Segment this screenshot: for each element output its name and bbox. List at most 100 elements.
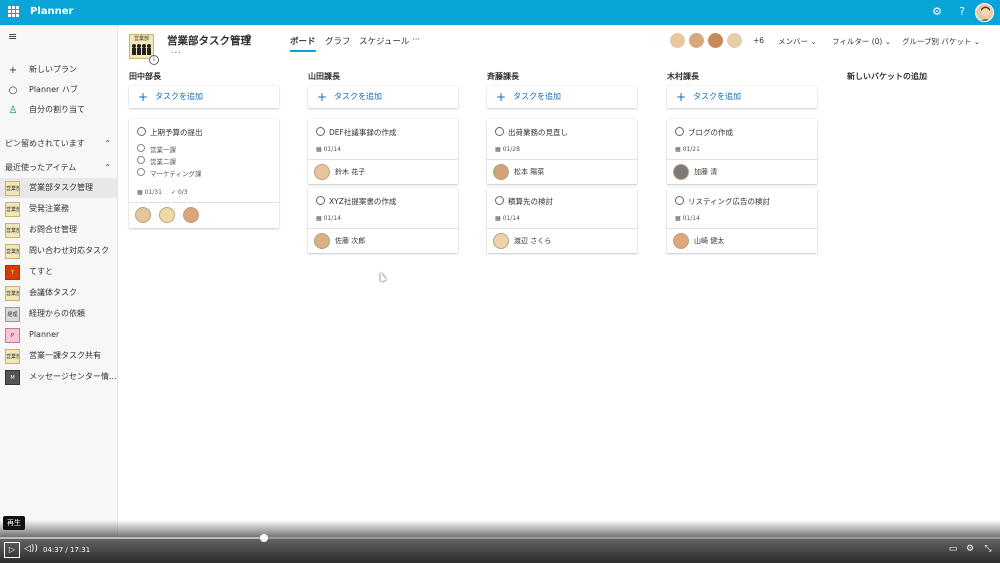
settings-icon[interactable]: ⚙ (930, 5, 944, 19)
fullscreen-icon[interactable]: ⤡ (982, 544, 994, 554)
assignee-avatar[interactable] (159, 207, 175, 223)
assignee-avatar[interactable] (493, 164, 509, 180)
tab-more[interactable]: ··· (412, 35, 420, 45)
member-avatar[interactable] (726, 32, 743, 49)
due-date-value: 01/28 (502, 146, 520, 153)
person-icon: ♙ (8, 105, 18, 116)
add-task-button[interactable]: + タスクを追加 (487, 86, 637, 108)
plan-thumbnail-label: 営業部 (133, 36, 149, 42)
card-divider (667, 228, 817, 229)
sidebar-item-plan[interactable]: T てすと (0, 262, 117, 282)
add-task-button[interactable]: + タスクを追加 (667, 86, 817, 108)
assignee-avatar[interactable] (183, 207, 199, 223)
bucket-title[interactable]: 山田課長 (308, 71, 340, 82)
sidebar-item-plan[interactable]: P Planner (0, 325, 117, 345)
complete-task-checkbox[interactable] (137, 127, 146, 136)
due-date: ▦ 01/14 (495, 215, 520, 222)
tab-board[interactable]: ボード (290, 35, 316, 52)
task-card[interactable]: 出荷業務の見直し ▦ 01/28 松本 陽菜 (487, 119, 637, 184)
app-launcher-icon[interactable] (8, 6, 19, 17)
user-avatar[interactable] (975, 3, 994, 22)
complete-task-checkbox[interactable] (495, 127, 504, 136)
tab-charts[interactable]: グラフ (325, 35, 351, 47)
members-dropdown[interactable]: メンバー ⌄ (778, 36, 817, 47)
sidebar-item-new-plan[interactable]: + 新しいプラン (0, 60, 117, 80)
group-by-dropdown[interactable]: グループ別 バケット ⌄ (902, 36, 980, 47)
task-card[interactable]: DEF社議事録の作成 ▦ 01/14 鈴木 花子 (308, 119, 458, 184)
recent-section-header[interactable]: 最近使ったアイテム ⌃ (5, 160, 115, 176)
checklist-value: 0/3 (177, 189, 188, 196)
bucket-title[interactable]: 木村課長 (667, 71, 699, 82)
subtask-checkbox[interactable] (137, 168, 145, 176)
due-date-value: 01/14 (682, 215, 700, 222)
task-card[interactable]: リスティング広告の検討 ▦ 01/14 山崎 健太 (667, 188, 817, 253)
bucket-title[interactable]: 斉藤課長 (487, 71, 519, 82)
filter-dropdown[interactable]: フィルター (0) ⌄ (832, 36, 891, 47)
seek-bar-progress (0, 537, 264, 539)
calendar-icon: ▦ (495, 215, 501, 222)
sidebar-item-plan[interactable]: 営業部 営業一課タスク共有 (0, 346, 117, 366)
assignee-avatar[interactable] (135, 207, 151, 223)
sidebar-item-plan[interactable]: 営業部 お問合せ管理 (0, 220, 117, 240)
member-avatar[interactable] (707, 32, 724, 49)
help-icon[interactable]: ? (955, 5, 969, 19)
add-new-bucket-button[interactable]: 新しいバケットの追加 (847, 71, 927, 82)
play-button[interactable]: ▷ (4, 542, 20, 558)
member-avatar[interactable] (669, 32, 686, 49)
captions-icon[interactable]: ▭ (947, 544, 959, 554)
add-task-label: タスクを追加 (334, 92, 382, 101)
assignee-avatar[interactable] (314, 164, 330, 180)
task-card[interactable]: 上期予算の提出 営業一課 営業二課 マーケティング課 ▦ 01/31 ✓ 0/3 (129, 119, 279, 228)
add-task-button[interactable]: + タスクを追加 (308, 86, 458, 108)
tab-schedule[interactable]: スケジュール (359, 35, 409, 47)
menu-icon[interactable]: ≡ (8, 30, 17, 43)
circle-icon: ○ (8, 85, 18, 96)
app-title[interactable]: Planner (30, 6, 73, 17)
assignee-name: 鈴木 花子 (335, 168, 366, 176)
assignee-avatar[interactable] (493, 233, 509, 249)
sidebar-item-plan[interactable]: M メッセージセンター情... (0, 367, 117, 387)
checklist-count: ✓ 0/3 (171, 189, 188, 196)
sidebar-item-label: 営業一課タスク共有 (29, 351, 101, 360)
sidebar-item-plan[interactable]: 営業部 営業部タスク管理 (0, 178, 117, 198)
pinned-section-header[interactable]: ピン留めされています ⌃ (5, 136, 115, 152)
complete-task-checkbox[interactable] (495, 196, 504, 205)
sidebar-item-plan[interactable]: 営業部 受発注業務 (0, 199, 117, 219)
subtask-checkbox[interactable] (137, 144, 145, 152)
people-illustration-icon (132, 44, 151, 55)
seek-handle[interactable] (260, 534, 268, 542)
assignee-avatar[interactable] (673, 233, 689, 249)
pin-icon[interactable]: ⚲ (245, 34, 252, 44)
sidebar-item-planner-hub[interactable]: ○ Planner ハブ (0, 80, 117, 100)
task-card[interactable]: XYZ社提案書の作成 ▦ 01/14 佐藤 次郎 (308, 188, 458, 253)
sidebar-item-label: 受発注業務 (29, 204, 69, 213)
assignee-avatar[interactable] (673, 164, 689, 180)
add-task-label: タスクを追加 (155, 92, 203, 101)
info-icon[interactable]: i (149, 55, 159, 65)
settings-icon[interactable]: ⚙ (964, 544, 976, 554)
task-card[interactable]: ブログの作成 ▦ 01/21 加藤 清 (667, 119, 817, 184)
sidebar-item-label: 会議体タスク (29, 288, 77, 297)
sidebar-item-plan[interactable]: 営業部 問い合わせ対応タスク (0, 241, 117, 261)
task-card[interactable]: 積算先の検討 ▦ 01/14 渡辺 さくら (487, 188, 637, 253)
sidebar-item-plan[interactable]: 経理 経理からの依頼 (0, 304, 117, 324)
seek-bar[interactable] (0, 537, 1000, 539)
add-task-button[interactable]: + タスクを追加 (129, 86, 279, 108)
complete-task-checkbox[interactable] (675, 127, 684, 136)
filter-label: フィルター (0) (832, 37, 883, 46)
subtask-checkbox[interactable] (137, 156, 145, 164)
bucket-title[interactable]: 田中部長 (129, 71, 161, 82)
plan-more-button[interactable]: ... (171, 46, 182, 55)
sidebar-item-plan[interactable]: 営業部 会議体タスク (0, 283, 117, 303)
complete-task-checkbox[interactable] (316, 196, 325, 205)
task-title: ブログの作成 (688, 128, 733, 137)
member-avatar[interactable] (688, 32, 705, 49)
assignee-avatar[interactable] (314, 233, 330, 249)
plus-icon: + (138, 90, 149, 104)
volume-icon[interactable]: ◁)) (24, 544, 38, 554)
sidebar-item-my-tasks[interactable]: ♙ 自分の割り当て (0, 100, 117, 120)
members-extra-count[interactable]: +6 (753, 36, 764, 45)
complete-task-checkbox[interactable] (316, 127, 325, 136)
complete-task-checkbox[interactable] (675, 196, 684, 205)
plus-icon: + (676, 90, 687, 104)
